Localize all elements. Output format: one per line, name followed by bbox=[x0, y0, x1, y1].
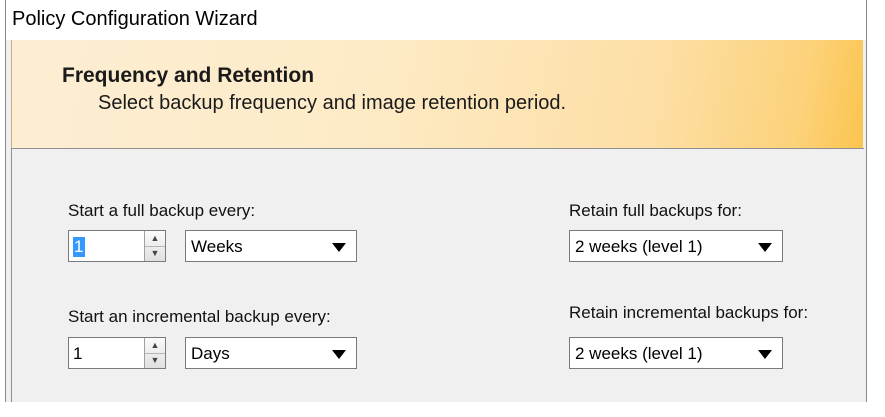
header-banner: Frequency and Retention Select backup fr… bbox=[11, 40, 863, 148]
spin-down-icon[interactable]: ▼ bbox=[145, 353, 165, 368]
incremental-backup-count-value[interactable]: 1 bbox=[73, 344, 82, 364]
window-title: Policy Configuration Wizard bbox=[12, 8, 258, 30]
retain-incremental-label: Retain incremental backups for: bbox=[569, 303, 809, 322]
spin-up-icon[interactable]: ▲ bbox=[145, 231, 165, 247]
chevron-down-icon[interactable] bbox=[758, 350, 772, 359]
incremental-backup-unit-select[interactable]: Days bbox=[185, 337, 357, 369]
incremental-backup-unit-value: Days bbox=[191, 344, 230, 363]
incremental-backup-count-spin-buttons: ▲ ▼ bbox=[144, 338, 165, 368]
retain-full-label: Retain full backups for: bbox=[569, 201, 742, 220]
incremental-backup-count-stepper[interactable]: 1 ▲ ▼ bbox=[68, 337, 166, 369]
chevron-down-icon[interactable] bbox=[758, 243, 772, 252]
chevron-down-icon[interactable] bbox=[332, 350, 346, 359]
wizard-window: Policy Configuration Wizard Frequency an… bbox=[5, 0, 867, 402]
retain-incremental-value: 2 weeks (level 1) bbox=[575, 344, 703, 363]
full-backup-unit-value: Weeks bbox=[191, 237, 243, 256]
retain-full-value: 2 weeks (level 1) bbox=[575, 237, 703, 256]
content-panel: Start a full backup every: 1 ▲ ▼ Weeks S… bbox=[11, 148, 864, 402]
incremental-backup-label: Start an incremental backup every: bbox=[68, 307, 331, 326]
spin-down-icon[interactable]: ▼ bbox=[145, 246, 165, 261]
window-right-edge bbox=[876, 0, 885, 402]
spin-up-icon[interactable]: ▲ bbox=[145, 338, 165, 354]
page-title: Frequency and Retention bbox=[62, 64, 315, 87]
full-backup-count-value[interactable]: 1 bbox=[73, 237, 86, 257]
full-backup-unit-select[interactable]: Weeks bbox=[185, 230, 357, 262]
page-subtitle: Select backup frequency and image retent… bbox=[98, 92, 567, 114]
title-bar: Policy Configuration Wizard bbox=[6, 0, 866, 40]
full-backup-count-spin-buttons: ▲ ▼ bbox=[144, 231, 165, 261]
chevron-down-icon[interactable] bbox=[332, 243, 346, 252]
full-backup-label: Start a full backup every: bbox=[68, 201, 256, 220]
full-backup-count-stepper[interactable]: 1 ▲ ▼ bbox=[68, 230, 166, 262]
retain-incremental-select[interactable]: 2 weeks (level 1) bbox=[569, 337, 783, 369]
cropped-bottom-edge bbox=[0, 402, 885, 417]
retain-full-select[interactable]: 2 weeks (level 1) bbox=[569, 230, 783, 262]
